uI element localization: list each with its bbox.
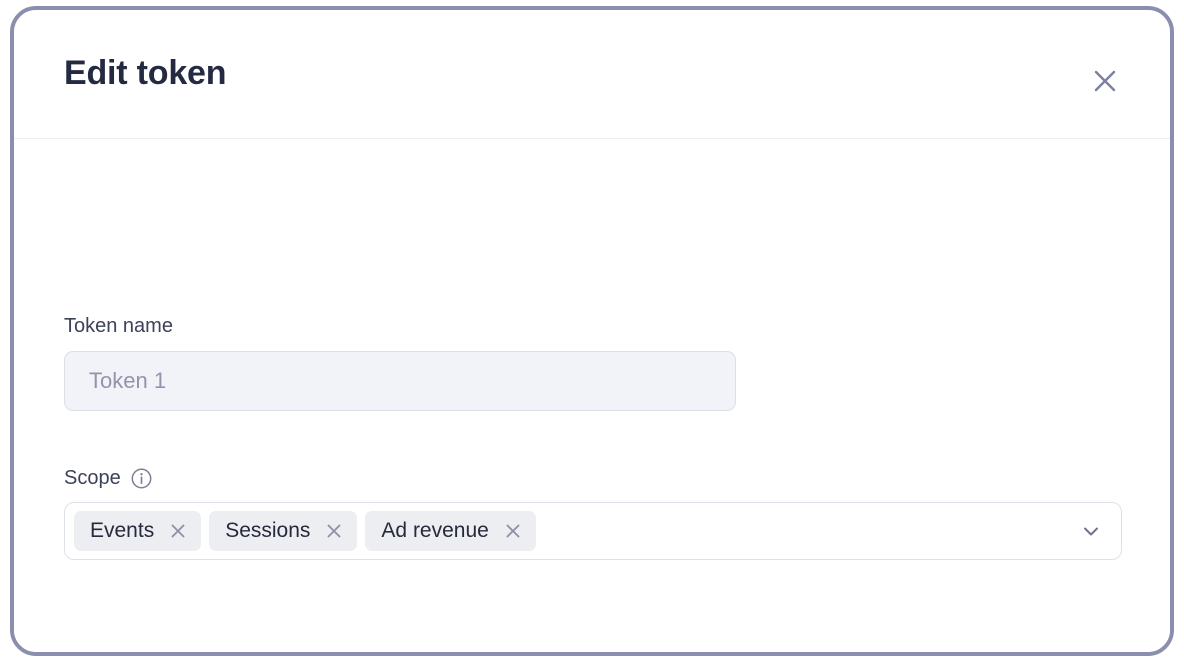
info-circle-icon[interactable] [131,468,152,489]
screen: Edit token Token name Scope [0,0,1184,664]
chevron-down-icon[interactable] [1071,511,1111,551]
dialog-header: Edit token [14,10,1170,139]
close-icon[interactable] [168,521,188,541]
close-dialog-button[interactable] [1082,58,1128,104]
scope-multiselect[interactable]: Events Sessions Ad revenue [64,502,1122,560]
token-name-input[interactable] [64,351,736,411]
edit-token-dialog: Edit token Token name Scope [14,10,1170,652]
close-icon[interactable] [324,521,344,541]
scope-label-group: Scope [64,467,152,490]
scope-chip[interactable]: Sessions [209,511,358,551]
dialog-footer: Cancel Edit token [14,644,1170,652]
close-icon[interactable] [503,521,523,541]
dialog-title: Edit token [64,54,227,92]
scope-chip-label: Events [90,519,155,542]
scope-chip-label: Ad revenue [381,519,489,542]
scope-chip[interactable]: Ad revenue [365,511,536,551]
scope-label: Scope [64,467,121,489]
scope-chip-list: Events Sessions Ad revenue [74,511,1063,551]
scope-chip-label: Sessions [225,519,311,542]
token-name-label: Token name [64,315,173,337]
close-icon [1090,66,1120,96]
scope-chip[interactable]: Events [74,511,202,551]
